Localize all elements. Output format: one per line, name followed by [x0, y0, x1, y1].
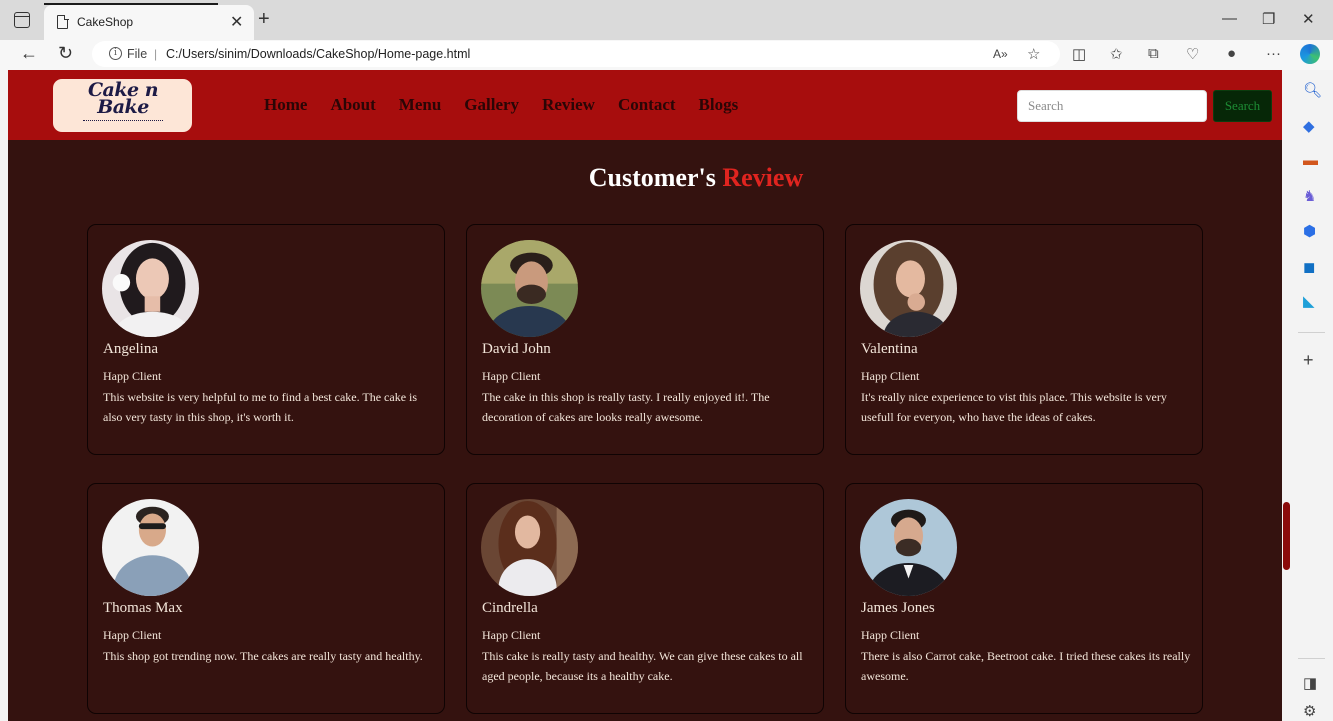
browser-tab[interactable]: CakeShop ✕: [44, 5, 254, 40]
review-text: This website is very helpful to me to fi…: [103, 390, 418, 424]
avatar: [102, 240, 199, 337]
url-field[interactable]: i File | C:/Users/sinim/Downloads/CakeSh…: [92, 41, 1060, 67]
tools-icon[interactable]: ▬: [1303, 152, 1318, 169]
nav-home[interactable]: Home: [264, 95, 307, 115]
back-icon[interactable]: ←: [20, 43, 38, 64]
search-input[interactable]: [1017, 90, 1207, 122]
avatar: [860, 240, 957, 337]
review-text: It's really nice experience to vist this…: [861, 390, 1167, 424]
logo-tagline-mark: [83, 120, 163, 122]
nav-review[interactable]: Review: [542, 95, 595, 115]
read-aloud-icon[interactable]: A»: [993, 47, 1008, 61]
search-icon[interactable]: 🔍︎: [1303, 81, 1322, 99]
review-text: This shop got trending now. The cakes ar…: [103, 649, 423, 663]
games-icon[interactable]: ♞: [1303, 187, 1316, 205]
title-accent: Review: [722, 163, 804, 192]
outlook-icon[interactable]: ◼: [1303, 258, 1315, 276]
review-card: Valentina Happ Client It's really nice e…: [845, 224, 1203, 455]
browser-sidebar: 🔍︎ ◆ ▬ ♞ ⬢ ◼ ◣ + ◨ ⚙: [1290, 70, 1333, 721]
avatar: [481, 240, 578, 337]
favorite-star-icon[interactable]: ☆: [1027, 45, 1040, 63]
profile-icon[interactable]: ●: [1227, 45, 1236, 62]
page-scrollbar-thumb[interactable]: [1283, 502, 1290, 570]
refresh-icon[interactable]: ↻: [58, 43, 73, 64]
hide-sidebar-icon[interactable]: ◨: [1303, 674, 1317, 692]
reviewer-role: Happ Client: [482, 369, 541, 383]
nav-about[interactable]: About: [330, 95, 375, 115]
site-header: Cake n Bake Home About Menu Gallery Revi…: [8, 70, 1282, 140]
nav-contact[interactable]: Contact: [618, 95, 676, 115]
tab-close-icon[interactable]: ✕: [230, 12, 243, 32]
review-text: This cake is really tasty and healthy. W…: [482, 649, 803, 683]
sidebar-divider: [1298, 332, 1325, 333]
reviewer-role: Happ Client: [861, 628, 920, 642]
nav-gallery[interactable]: Gallery: [464, 95, 519, 115]
info-icon[interactable]: i: [109, 47, 122, 60]
reviewer-name: James Jones: [861, 600, 935, 616]
favorites-icon[interactable]: ✩: [1110, 45, 1123, 63]
reviewer-name: Valentina: [861, 341, 918, 357]
file-label: File: [127, 47, 148, 61]
review-card: David John Happ Client The cake in this …: [466, 224, 824, 455]
review-text: There is also Carrot cake, Beetroot cake…: [861, 649, 1191, 683]
site-logo[interactable]: Cake n Bake: [53, 79, 192, 132]
reviewer-role: Happ Client: [861, 369, 920, 383]
reviewer-name: David John: [482, 341, 551, 357]
separator: |: [154, 47, 158, 61]
nav-blogs[interactable]: Blogs: [699, 95, 739, 115]
new-tab-icon[interactable]: +: [258, 8, 270, 31]
office-icon[interactable]: ⬢: [1303, 222, 1316, 240]
split-screen-icon[interactable]: ◫: [1072, 45, 1086, 63]
settings-gear-icon[interactable]: ⚙: [1303, 702, 1316, 720]
review-card: Angelina Happ Client This website is ver…: [87, 224, 445, 455]
url-text[interactable]: C:/Users/sinim/Downloads/CakeShop/Home-p…: [166, 47, 470, 61]
reviewer-role: Happ Client: [482, 628, 541, 642]
browser-tab-bar: CakeShop ✕ + — ❐ ✕: [0, 0, 1333, 40]
avatar: [102, 499, 199, 596]
page-icon: [57, 14, 69, 29]
avatar: [860, 499, 957, 596]
tab-accent-line: [44, 3, 218, 5]
section-title: Customer's Review: [8, 163, 1282, 193]
review-text: The cake in this shop is really tasty. I…: [482, 390, 770, 424]
minimize-icon[interactable]: —: [1222, 10, 1237, 27]
reviewer-role: Happ Client: [103, 369, 162, 383]
restore-icon[interactable]: ❐: [1262, 10, 1275, 28]
more-icon[interactable]: ···: [1266, 45, 1281, 62]
add-icon[interactable]: +: [1303, 350, 1314, 371]
review-card: James Jones Happ Client There is also Ca…: [845, 483, 1203, 714]
review-card: Thomas Max Happ Client This shop got tre…: [87, 483, 445, 714]
drop-icon[interactable]: ◣: [1303, 292, 1315, 310]
window-close-icon[interactable]: ✕: [1302, 10, 1315, 28]
search-button[interactable]: Search: [1213, 90, 1272, 122]
title-main: Customer's: [588, 163, 716, 192]
tab-title: CakeShop: [77, 15, 134, 29]
review-card: Cindrella Happ Client This cake is reall…: [466, 483, 824, 714]
avatar: [481, 499, 578, 596]
browser-essentials-icon[interactable]: ♡: [1186, 45, 1199, 63]
reviewer-name: Cindrella: [482, 600, 538, 616]
copilot-icon[interactable]: [1300, 44, 1320, 64]
nav-menu[interactable]: Menu: [399, 95, 442, 115]
main-nav: Home About Menu Gallery Review Contact B…: [264, 95, 761, 115]
shopping-tag-icon[interactable]: ◆: [1303, 117, 1315, 135]
collections-icon[interactable]: ⧉: [1148, 45, 1159, 62]
address-bar: ← ↻ i File | C:/Users/sinim/Downloads/Ca…: [0, 40, 1333, 70]
reviewer-name: Angelina: [103, 341, 158, 357]
tab-actions-icon[interactable]: [14, 12, 30, 28]
reviewer-name: Thomas Max: [103, 600, 183, 616]
reviewer-role: Happ Client: [103, 628, 162, 642]
logo-text: Cake n Bake: [87, 79, 159, 118]
sidebar-divider: [1298, 658, 1325, 659]
page-viewport: Cake n Bake Home About Menu Gallery Revi…: [8, 70, 1282, 721]
